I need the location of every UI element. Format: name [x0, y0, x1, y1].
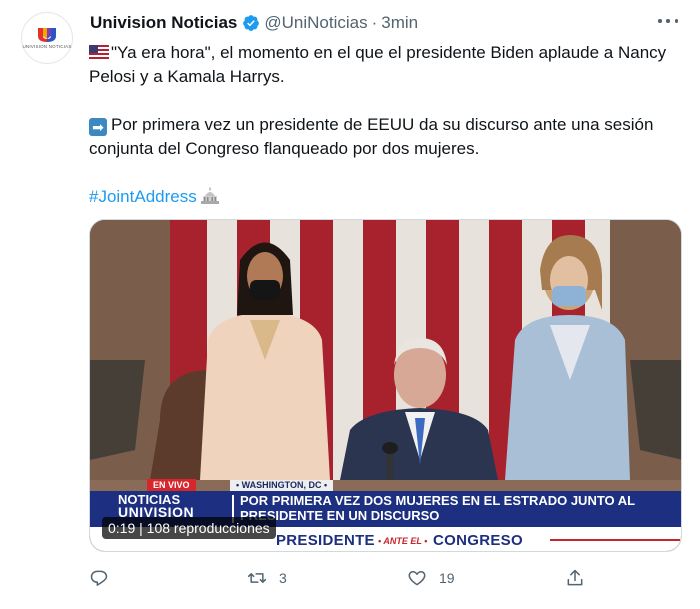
- retweet-button[interactable]: 3: [247, 566, 287, 590]
- reply-icon: [90, 570, 108, 586]
- retweet-icon: [247, 573, 267, 583]
- tweet-paragraph-2: ➡ Por primera vez un presidente de EEUU d…: [89, 113, 674, 161]
- retweet-count: 3: [279, 570, 287, 586]
- news-lower-third: EN VIVO • WASHINGTON, DC • NOTICIAS UNIV…: [90, 479, 681, 551]
- news-headline: POR PRIMERA VEZ DOS MUJERES EN EL ESTRAD…: [240, 493, 635, 523]
- tweet-line-2: Por primera vez un presidente de EEUU da…: [89, 115, 654, 158]
- capitol-building-icon: [200, 187, 219, 204]
- tweet-line-1: "Ya era hora", el momento en el que el p…: [89, 43, 667, 86]
- heart-icon: [408, 571, 426, 586]
- ribbon-ante-el: • ANTE EL •: [378, 536, 428, 546]
- verified-badge-icon: [243, 15, 260, 31]
- hashtag-link[interactable]: #JointAddress: [89, 187, 197, 206]
- avatar[interactable]: UNIVISION NOTICIAS: [21, 12, 73, 64]
- news-brand: NOTICIAS UNIVISION: [118, 493, 228, 519]
- univision-logo-icon: [38, 28, 56, 42]
- timestamp[interactable]: 3min: [381, 13, 418, 33]
- ribbon-president: PRESIDENTE: [276, 532, 375, 549]
- more-options-icon[interactable]: [658, 14, 678, 28]
- us-flag-icon: [89, 45, 109, 59]
- location-badge: • WASHINGTON, DC •: [230, 480, 334, 491]
- tweet-header: Univision Noticias @UniNoticias · 3min: [90, 12, 418, 34]
- share-icon: [567, 569, 583, 586]
- right-arrow-icon: ➡: [89, 118, 107, 136]
- tweet-paragraph-3: #JointAddress: [89, 185, 674, 209]
- display-name[interactable]: Univision Noticias: [90, 13, 237, 33]
- tweet-text: "Ya era hora", el momento en el que el p…: [89, 41, 674, 209]
- tweet[interactable]: UNIVISION NOTICIAS Univision Noticias @U…: [0, 0, 700, 609]
- handle[interactable]: @UniNoticias: [264, 13, 367, 33]
- avatar-label: UNIVISION NOTICIAS: [22, 44, 72, 49]
- separator: ·: [371, 13, 378, 32]
- like-count: 19: [439, 570, 455, 586]
- tweet-actions: 3 19: [89, 566, 682, 590]
- ribbon-congreso: CONGRESO: [433, 532, 523, 549]
- like-button[interactable]: 19: [407, 566, 455, 590]
- live-badge: EN VIVO: [147, 479, 196, 491]
- reply-button[interactable]: [89, 566, 109, 590]
- share-button[interactable]: [565, 566, 585, 590]
- tweet-paragraph-1: "Ya era hora", el momento en el que el p…: [89, 41, 674, 89]
- ribbon-line: [550, 539, 680, 541]
- video-player[interactable]: EN VIVO • WASHINGTON, DC • NOTICIAS UNIV…: [89, 219, 682, 552]
- video-timecode-views: 0:19 | 108 reproducciones: [102, 517, 276, 539]
